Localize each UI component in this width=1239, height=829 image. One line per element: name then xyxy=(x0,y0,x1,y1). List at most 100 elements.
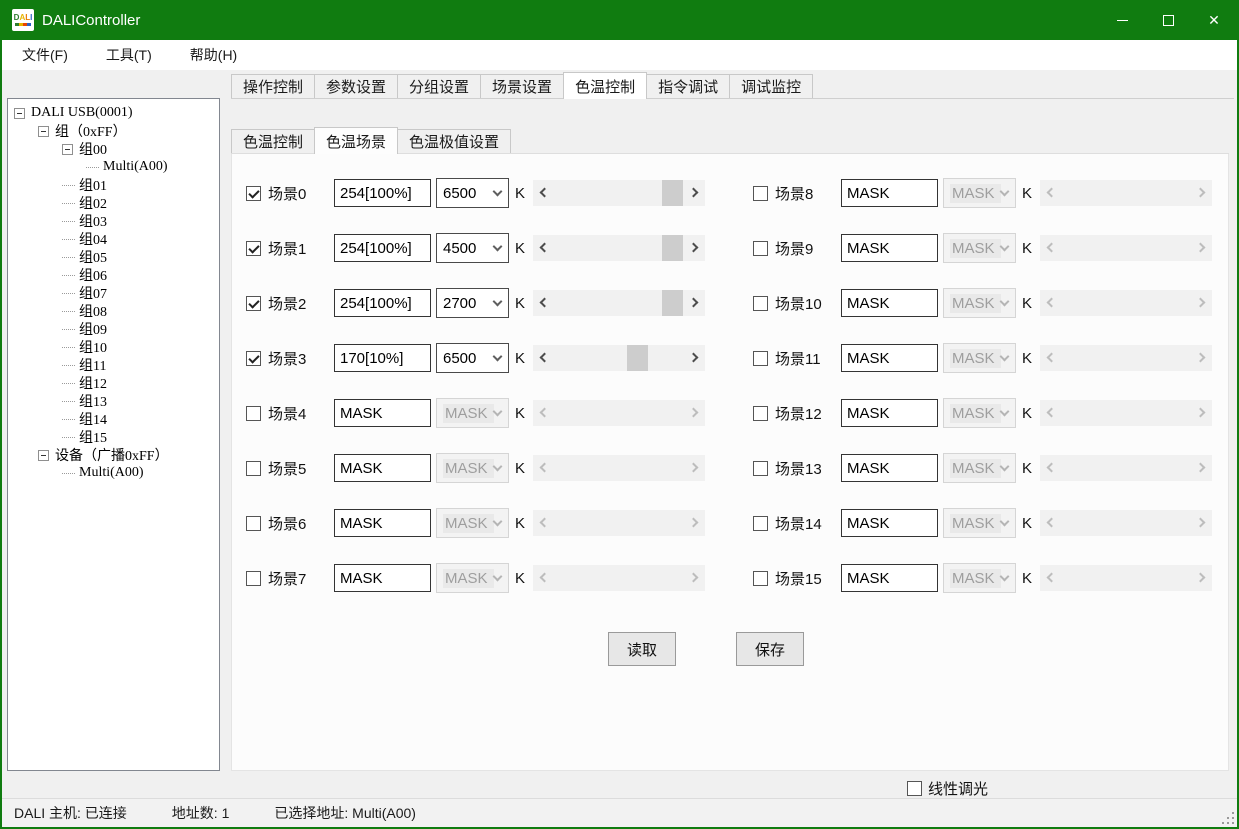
scrollbar-left-arrow-icon[interactable] xyxy=(540,188,550,198)
color-temp-dropdown[interactable]: 6500 xyxy=(436,178,509,208)
scene-level-input[interactable] xyxy=(841,179,938,207)
color-temp-dropdown[interactable]: 4500 xyxy=(436,233,509,263)
tree-item[interactable]: 组05 xyxy=(8,248,219,266)
minimize-button[interactable] xyxy=(1099,0,1145,40)
scene-level-input[interactable] xyxy=(334,564,431,592)
scene-checkbox[interactable] xyxy=(246,406,261,421)
color-temp-scrollbar[interactable] xyxy=(533,235,705,261)
scene-level-input[interactable] xyxy=(841,399,938,427)
tree-item[interactable]: 组07 xyxy=(8,284,219,302)
tree-item[interactable]: 组06 xyxy=(8,266,219,284)
main-tab-2[interactable]: 分组设置 xyxy=(397,74,481,98)
tree-item[interactable]: Multi(A00) xyxy=(8,158,219,176)
scene-level-input[interactable] xyxy=(841,289,938,317)
scene-checkbox[interactable] xyxy=(753,461,768,476)
scene-checkbox[interactable] xyxy=(753,351,768,366)
scene-checkbox[interactable] xyxy=(753,241,768,256)
scrollbar-right-arrow-icon xyxy=(1196,353,1206,363)
tree-item[interactable]: 组04 xyxy=(8,230,219,248)
tree-item[interactable]: 组09 xyxy=(8,320,219,338)
color-temp-dropdown[interactable]: 2700 xyxy=(436,288,509,318)
scene-level-input[interactable] xyxy=(841,234,938,262)
tree-item[interactable]: 组11 xyxy=(8,356,219,374)
scrollbar-thumb[interactable] xyxy=(627,345,648,371)
tree-item[interactable]: 组08 xyxy=(8,302,219,320)
scene-level-input[interactable] xyxy=(841,509,938,537)
tree-item[interactable]: 组14 xyxy=(8,410,219,428)
tree-expander-icon[interactable] xyxy=(38,450,49,461)
scene-level-input[interactable] xyxy=(334,179,431,207)
menu-file[interactable]: 文件(F) xyxy=(10,41,80,69)
scrollbar-right-arrow-icon[interactable] xyxy=(689,298,699,308)
scrollbar-left-arrow-icon[interactable] xyxy=(540,353,550,363)
close-button[interactable]: ✕ xyxy=(1191,0,1237,40)
sub-tab-1[interactable]: 色温场景 xyxy=(314,127,398,154)
resize-grip-icon[interactable] xyxy=(1232,822,1234,824)
scene-checkbox[interactable] xyxy=(753,406,768,421)
tree-item[interactable]: 组03 xyxy=(8,212,219,230)
tree-item[interactable]: 设备（广播0xFF） xyxy=(8,446,219,464)
main-tab-6[interactable]: 调试监控 xyxy=(729,74,813,98)
titlebar[interactable]: DALI DALIController ✕ xyxy=(2,0,1237,40)
scene-level-input[interactable] xyxy=(841,344,938,372)
main-tab-1[interactable]: 参数设置 xyxy=(314,74,398,98)
tree-item[interactable]: 组（0xFF） xyxy=(8,122,219,140)
scene-level-input[interactable] xyxy=(334,509,431,537)
scene-level-input[interactable] xyxy=(334,344,431,372)
scene-level-input[interactable] xyxy=(841,454,938,482)
scene-checkbox[interactable] xyxy=(753,296,768,311)
scrollbar-thumb[interactable] xyxy=(662,180,683,206)
main-tab-4[interactable]: 色温控制 xyxy=(563,72,647,99)
color-temp-dropdown[interactable]: 6500 xyxy=(436,343,509,373)
scene-checkbox[interactable] xyxy=(753,516,768,531)
scrollbar-right-arrow-icon[interactable] xyxy=(689,353,699,363)
main-tab-0[interactable]: 操作控制 xyxy=(231,74,315,98)
main-tab-5[interactable]: 指令调试 xyxy=(646,74,730,98)
tree-item[interactable]: 组15 xyxy=(8,428,219,446)
scene-checkbox[interactable] xyxy=(246,296,261,311)
scene-level-input[interactable] xyxy=(334,234,431,262)
sub-tab-2[interactable]: 色温极值设置 xyxy=(397,129,511,153)
scrollbar-thumb[interactable] xyxy=(662,235,683,261)
color-temp-scrollbar[interactable] xyxy=(533,180,705,206)
scene-row: 场景10MASKK xyxy=(753,288,1212,318)
scene-level-input[interactable] xyxy=(334,289,431,317)
scene-checkbox[interactable] xyxy=(246,461,261,476)
main-tab-3[interactable]: 场景设置 xyxy=(480,74,564,98)
scene-checkbox[interactable] xyxy=(246,351,261,366)
linear-dim-checkbox[interactable]: 线性调光 xyxy=(907,778,988,799)
scene-level-input[interactable] xyxy=(334,399,431,427)
scene-checkbox[interactable] xyxy=(246,516,261,531)
tree-item[interactable]: 组02 xyxy=(8,194,219,212)
save-button[interactable]: 保存 xyxy=(736,632,804,666)
tree-item[interactable]: DALI USB(0001) xyxy=(8,104,219,122)
scene-level-input[interactable] xyxy=(841,564,938,592)
tree-item[interactable]: 组01 xyxy=(8,176,219,194)
menu-tools[interactable]: 工具(T) xyxy=(94,41,164,69)
color-temp-scrollbar[interactable] xyxy=(533,290,705,316)
scrollbar-right-arrow-icon[interactable] xyxy=(689,243,699,253)
scene-checkbox[interactable] xyxy=(246,571,261,586)
sub-tab-0[interactable]: 色温控制 xyxy=(231,129,315,153)
menu-help[interactable]: 帮助(H) xyxy=(178,41,249,69)
scrollbar-right-arrow-icon[interactable] xyxy=(689,188,699,198)
scene-checkbox[interactable] xyxy=(246,241,261,256)
scrollbar-left-arrow-icon[interactable] xyxy=(540,298,550,308)
scene-checkbox[interactable] xyxy=(246,186,261,201)
tree-item[interactable]: 组12 xyxy=(8,374,219,392)
scrollbar-left-arrow-icon[interactable] xyxy=(540,243,550,253)
read-button[interactable]: 读取 xyxy=(608,632,676,666)
tree-item[interactable]: 组13 xyxy=(8,392,219,410)
tree-item[interactable]: Multi(A00) xyxy=(8,464,219,482)
maximize-button[interactable] xyxy=(1145,0,1191,40)
scene-checkbox[interactable] xyxy=(753,571,768,586)
tree-item[interactable]: 组10 xyxy=(8,338,219,356)
tree-item[interactable]: 组00 xyxy=(8,140,219,158)
scene-checkbox[interactable] xyxy=(753,186,768,201)
tree-expander-icon[interactable] xyxy=(14,108,25,119)
scene-level-input[interactable] xyxy=(334,454,431,482)
tree-expander-icon[interactable] xyxy=(38,126,49,137)
color-temp-scrollbar[interactable] xyxy=(533,345,705,371)
tree-expander-icon[interactable] xyxy=(62,144,73,155)
scrollbar-thumb[interactable] xyxy=(662,290,683,316)
